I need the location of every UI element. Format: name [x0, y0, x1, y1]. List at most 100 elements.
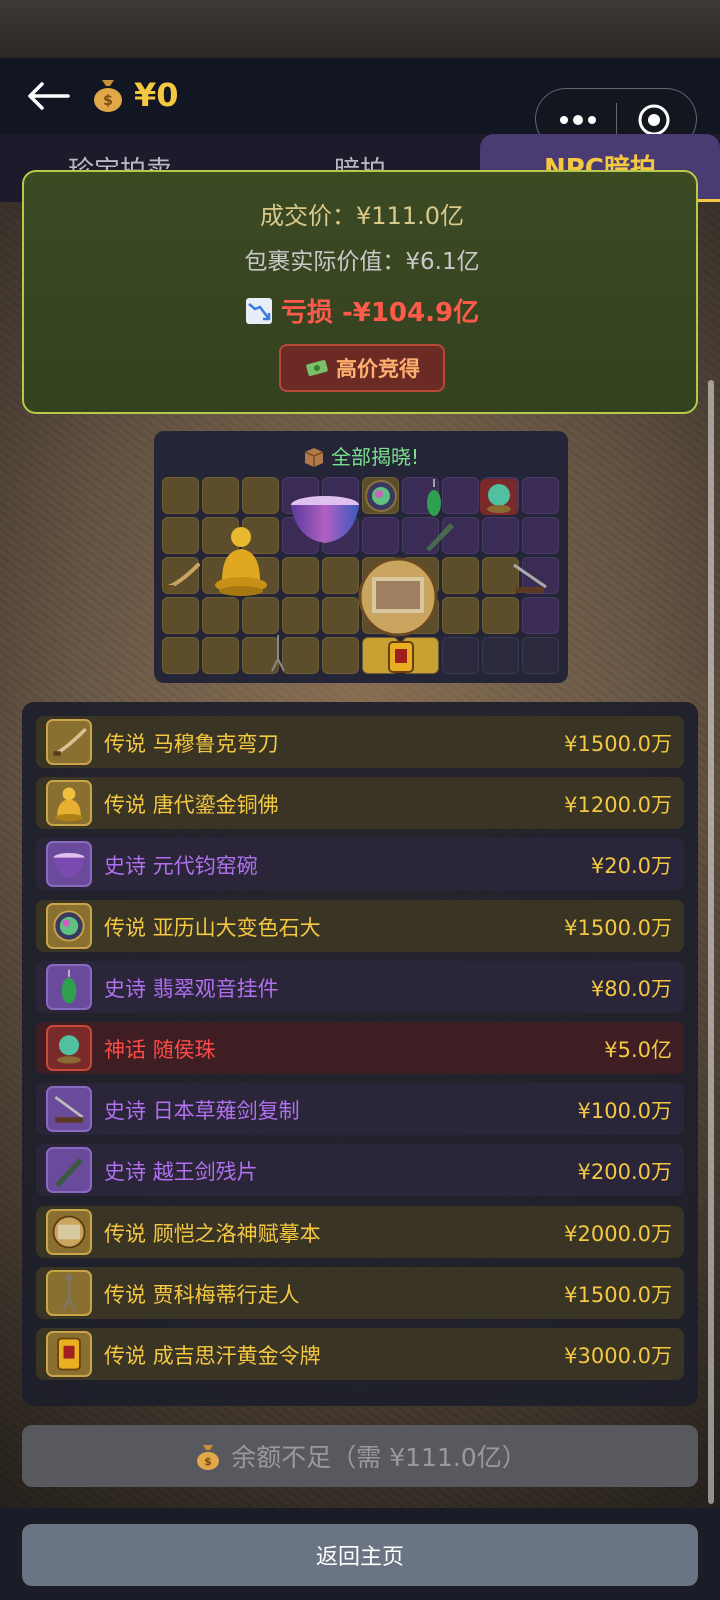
item-title: 亚历山大变色石大 [152, 915, 321, 940]
loss-text: 亏损 -¥104.9亿 [280, 298, 480, 328]
item-rarity: 传说 [104, 915, 146, 940]
grid-cell [202, 597, 239, 634]
sword-fragment-icon [46, 1147, 92, 1194]
grid-cell [482, 517, 519, 554]
grid-cell [522, 597, 559, 634]
item-name: 传说 唐代鎏金铜佛 [104, 789, 279, 819]
money-bag-icon: $ [94, 80, 122, 112]
header-bar: $ ¥0 [0, 58, 720, 150]
list-item[interactable]: 传说 顾恺之洛神赋摹本 ¥2000.0万 [36, 1205, 684, 1258]
balance-value: ¥0 [134, 76, 179, 114]
item-rarity: 神话 [104, 1038, 146, 1062]
back-arrow-icon[interactable] [24, 78, 72, 114]
actual-value: 包裹实际价值：¥6.1亿 [244, 249, 480, 275]
bowl-icon [46, 841, 92, 888]
gem-icon [365, 480, 397, 512]
item-price: ¥5.0亿 [604, 1038, 672, 1062]
buddha-icon [46, 780, 92, 827]
bottom-bar: 返回主页 [0, 1508, 720, 1600]
scrollbar[interactable] [708, 380, 714, 1504]
item-title: 随侯珠 [152, 1038, 216, 1062]
item-title: 唐代鎏金铜佛 [152, 793, 279, 818]
grid-cell [322, 557, 359, 594]
flying-money-icon [306, 360, 328, 376]
grid-cell [362, 517, 399, 554]
grid-cell [522, 477, 559, 514]
item-price: ¥20.0万 [590, 854, 672, 879]
item-title: 翡翠观音挂件 [152, 976, 279, 1001]
item-price: ¥1200.0万 [564, 793, 672, 818]
chart-decreasing-icon [245, 298, 272, 324]
grid-cell [522, 517, 559, 554]
item-name: 传说 贾科梅蒂行走人 [104, 1279, 300, 1309]
item-price: ¥1500.0万 [564, 1282, 672, 1307]
loss-row: 亏损 -¥104.9亿 [24, 292, 700, 329]
grid-cell [282, 597, 319, 634]
deal-price: 成交价：¥111.0亿 [260, 202, 464, 230]
grid-cell [482, 597, 519, 634]
item-rarity: 传说 [104, 793, 146, 818]
grid-cell [162, 517, 199, 554]
reveal-grid-panel: 全部揭晓! [154, 431, 568, 683]
badge-label: 高价竞得 [336, 357, 420, 381]
item-rarity: 史诗 [104, 976, 146, 1001]
list-item[interactable]: 传说 唐代鎏金铜佛 ¥1200.0万 [36, 777, 684, 830]
jade-pendant-icon [427, 479, 441, 516]
package-icon [304, 448, 324, 467]
item-name: 传说 马穆鲁克弯刀 [104, 728, 279, 758]
item-rarity: 传说 [104, 1344, 146, 1368]
grid-cell [202, 477, 239, 514]
list-item[interactable]: 史诗 日本草薙剑复制 ¥100.0万 [36, 1083, 684, 1136]
jade-pendant-icon [46, 963, 92, 1010]
grid-cell [522, 637, 559, 674]
item-name: 传说 成吉思汗黄金令牌 [104, 1340, 321, 1370]
list-item[interactable]: 史诗 越王剑残片 ¥200.0万 [36, 1144, 684, 1197]
grid-cell [442, 557, 479, 594]
sabre-icon [46, 719, 92, 765]
item-rarity: 史诗 [104, 854, 146, 879]
item-rarity: 传说 [104, 1221, 146, 1246]
walking-man-icon [46, 1269, 92, 1316]
list-item[interactable]: 史诗 翡翠观音挂件 ¥80.0万 [36, 960, 684, 1013]
item-name: 神话 随侯珠 [104, 1034, 216, 1064]
grid-cell [442, 597, 479, 634]
item-price: ¥1500.0万 [564, 732, 672, 756]
grid-cell [282, 557, 319, 594]
list-item[interactable]: 史诗 元代钧窑碗 ¥20.0万 [36, 838, 684, 891]
capsule-divider [616, 103, 617, 137]
list-item[interactable]: 传说 亚历山大变色石大 ¥1500.0万 [36, 899, 684, 952]
grid-cell [442, 477, 479, 514]
grid-cell [482, 637, 519, 674]
svg-text:$: $ [103, 93, 113, 109]
grid-cell [442, 637, 479, 674]
item-price: ¥2000.0万 [564, 1221, 672, 1246]
pearl-icon [480, 479, 518, 515]
item-name: 史诗 越王剑残片 [104, 1156, 258, 1186]
sword-stand-icon [513, 563, 547, 593]
money-bag-icon: $ [197, 1445, 220, 1470]
item-list-panel: 传说 马穆鲁克弯刀 ¥1500.0万 传说 唐代鎏金铜佛 ¥1200.0万 史诗 元代钧… [22, 702, 698, 1406]
item-rarity: 传说 [104, 1282, 146, 1307]
item-price: ¥100.0万 [577, 1099, 672, 1124]
list-item[interactable]: 传说 成吉思汗黄金令牌 ¥3000.0万 [36, 1328, 684, 1380]
grid-cell [322, 597, 359, 634]
item-rarity: 史诗 [104, 1160, 146, 1185]
item-title: 成吉思汗黄金令牌 [152, 1344, 321, 1368]
item-title: 马穆鲁克弯刀 [152, 732, 279, 756]
buddha-icon [215, 527, 267, 596]
item-rarity: 传说 [104, 732, 146, 756]
insufficient-funds-button[interactable]: $ 余额不足（需 ¥111.0亿） [22, 1425, 698, 1487]
gold-tablet-icon [46, 1331, 92, 1377]
list-item[interactable]: 传说 马穆鲁克弯刀 ¥1500.0万 [36, 716, 684, 768]
return-home-button[interactable]: 返回主页 [22, 1524, 698, 1586]
more-icon[interactable] [556, 107, 600, 133]
grid-cell [242, 597, 279, 634]
item-price: ¥200.0万 [577, 1160, 672, 1185]
item-title: 贾科梅蒂行走人 [152, 1282, 300, 1307]
grid-cell [242, 477, 279, 514]
list-item[interactable]: 神话 随侯珠 ¥5.0亿 [36, 1022, 684, 1074]
list-item[interactable]: 传说 贾科梅蒂行走人 ¥1500.0万 [36, 1266, 684, 1319]
gold-tablet-icon [388, 641, 414, 673]
grid-cell [202, 637, 239, 674]
close-target-icon[interactable] [636, 102, 672, 138]
